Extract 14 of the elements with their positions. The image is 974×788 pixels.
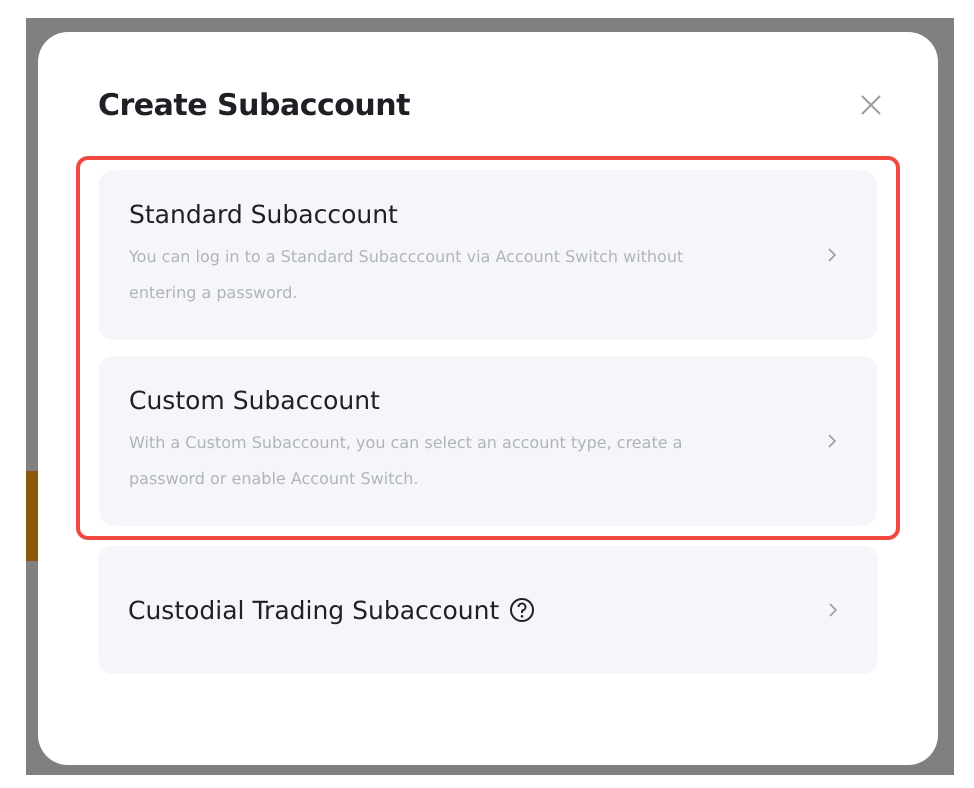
- option-card[interactable]: Custom Subaccount With a Custom Subaccount, you can select an account type, create a password or enable Account Switch.: [99, 356, 877, 526]
- dialog-title: Create Subaccount: [98, 88, 410, 122]
- option-description: You can log in to a Standard Subacccount via Account Switch without entering a password.: [129, 246, 684, 304]
- option-card[interactable]: Custodial Trading Subaccount: [98, 546, 878, 674]
- option-description: With a Custom Subaccount, you can select an account type, create a password or enable Account Switch.: [129, 432, 684, 490]
- option-card[interactable]: Standard Subaccount You can log in to a Standard Subacccount via Account Switch without entering a password.: [99, 170, 877, 340]
- option-title: Standard Subaccount: [129, 200, 398, 228]
- option-title: Custom Subaccount: [129, 386, 380, 414]
- close-icon[interactable]: [860, 94, 882, 116]
- chevron-right-icon: [827, 247, 837, 263]
- chevron-right-icon: [828, 602, 838, 618]
- chevron-right-icon: [827, 433, 837, 449]
- help-icon[interactable]: [509, 597, 536, 623]
- option-title: Custodial Trading Subaccount: [128, 596, 500, 624]
